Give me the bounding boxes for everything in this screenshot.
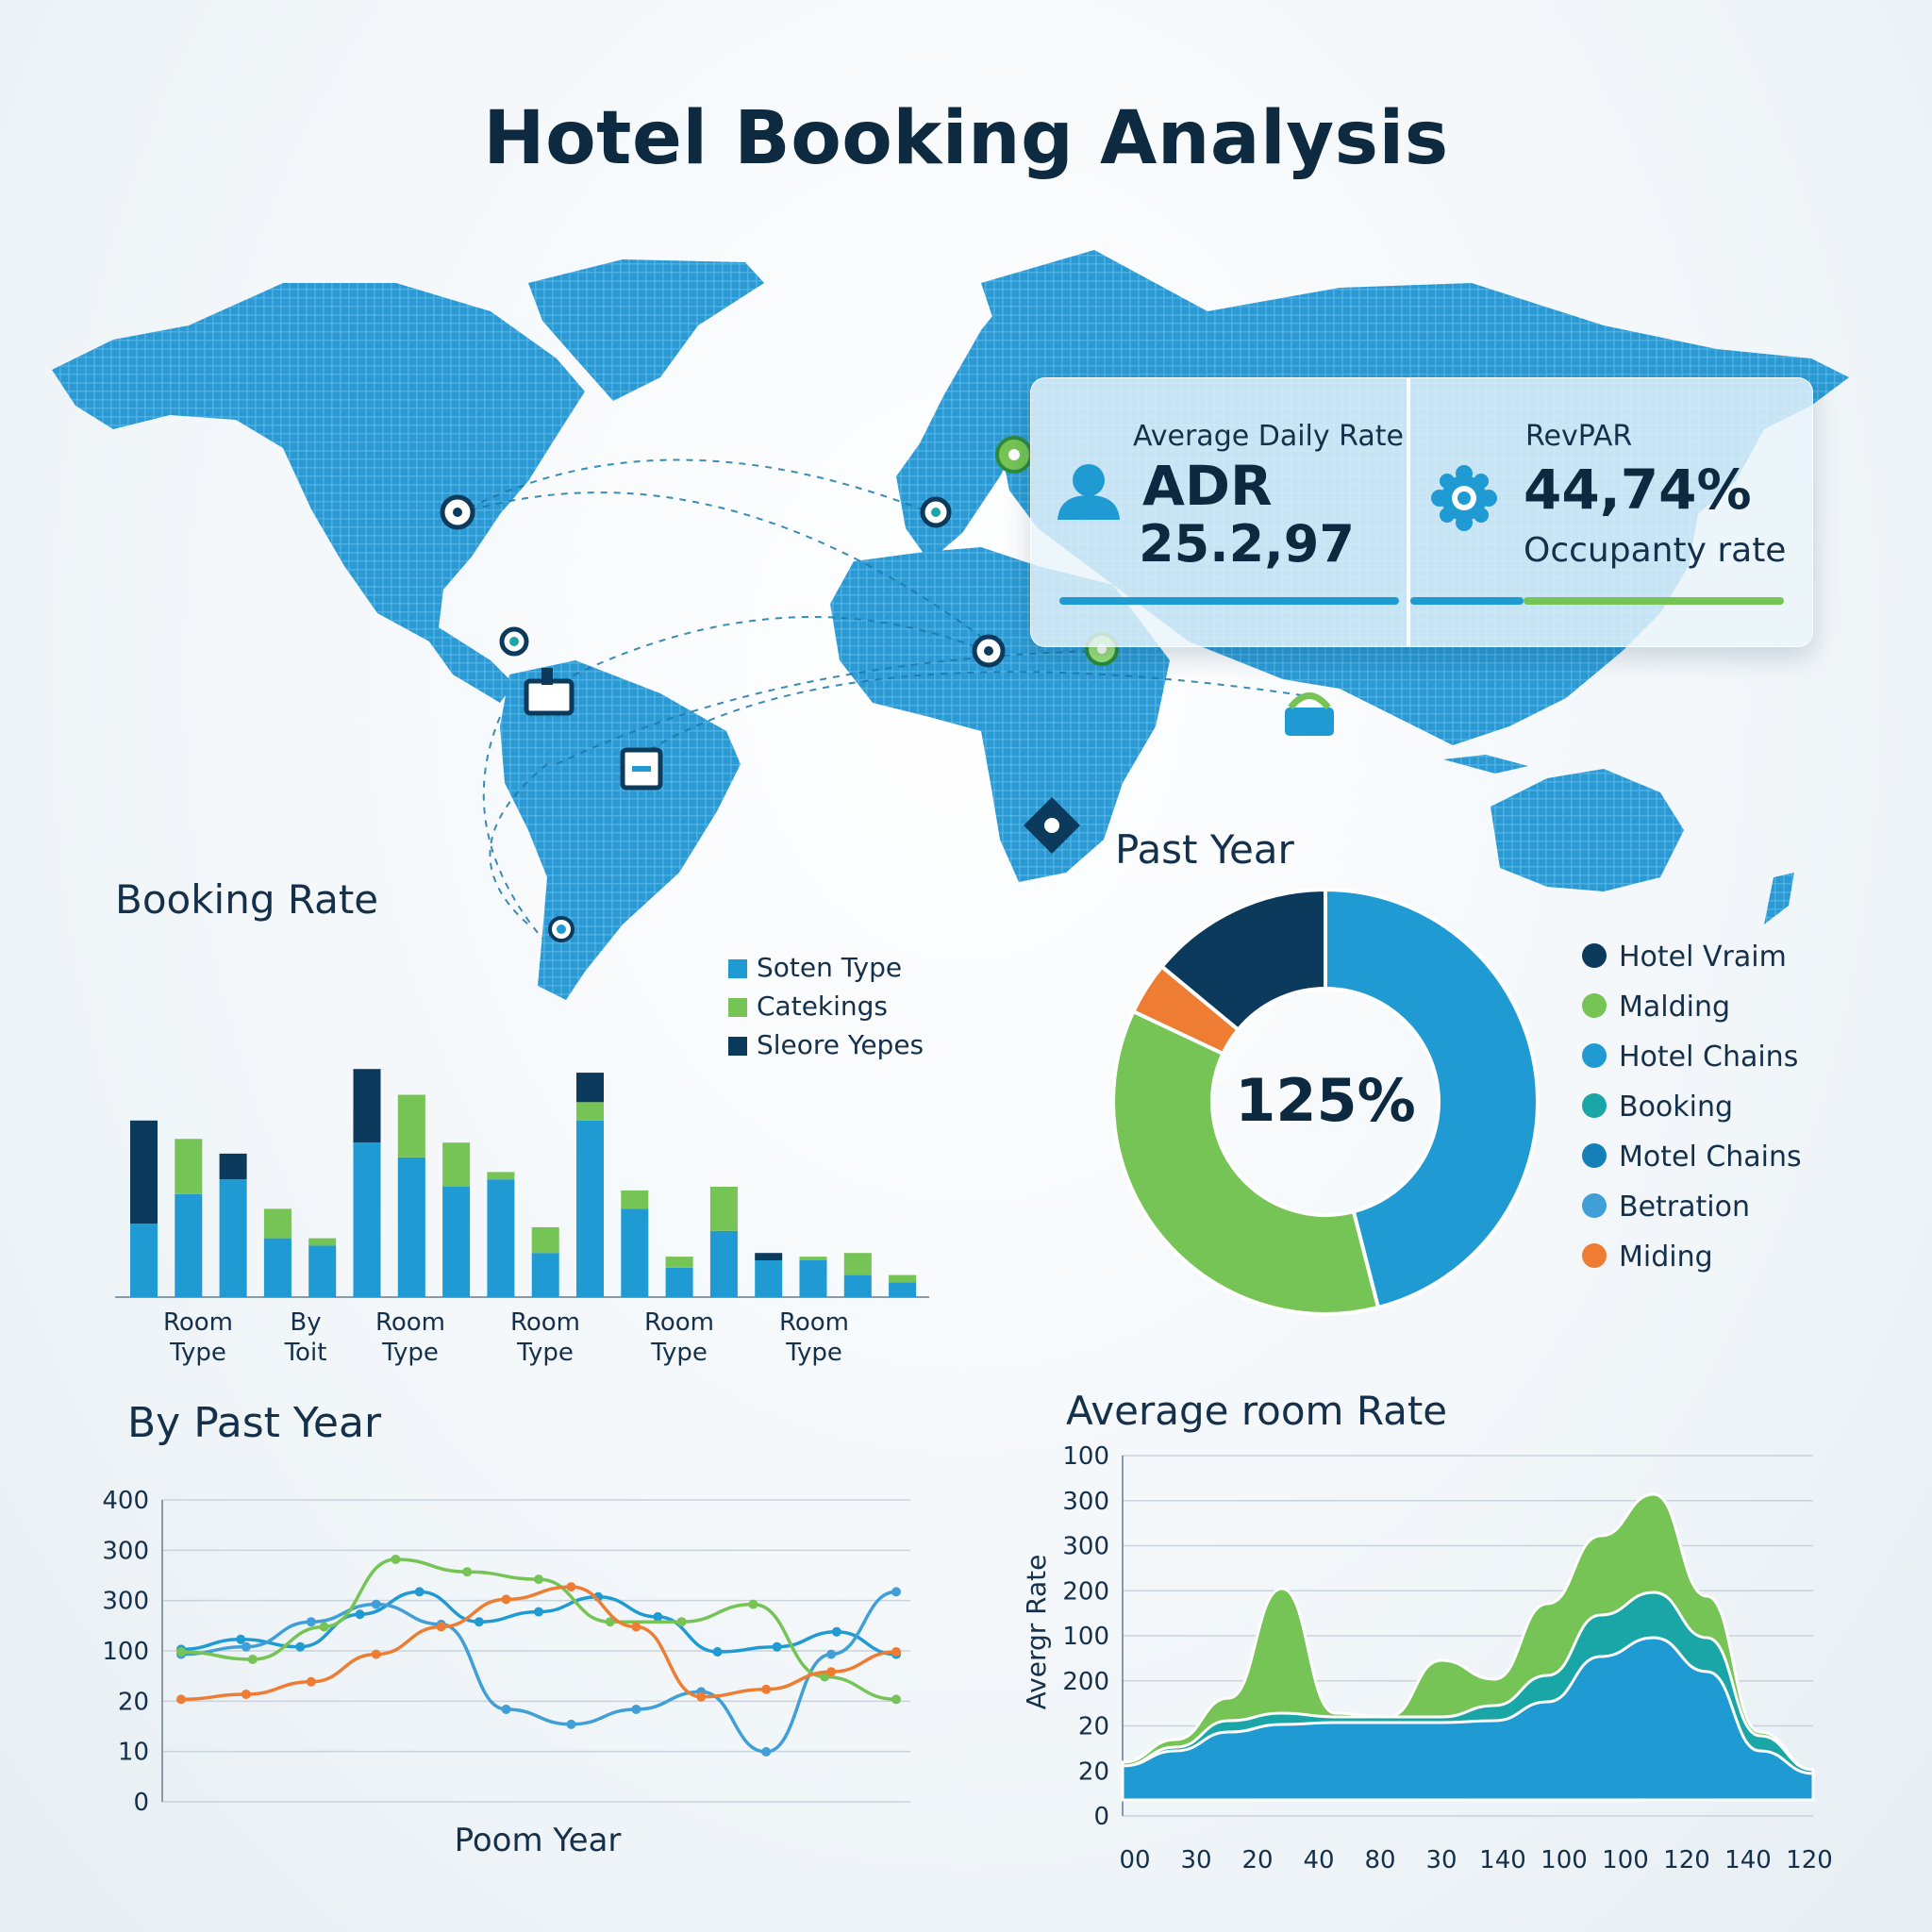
location-pin-icon <box>548 916 575 942</box>
location-pin-icon <box>499 626 529 657</box>
adr-value: 25.2,97 <box>1139 514 1355 574</box>
revpar-progress-bar-green <box>1524 597 1784 605</box>
kpi-panel: Average Daily Rate ADR 25.2,97 RevPAR 44… <box>1030 377 1813 647</box>
location-pin-icon <box>995 436 1033 474</box>
adr-label: Average Daily Rate <box>1133 420 1404 453</box>
revpar-progress-bar-blue <box>1410 597 1524 605</box>
australia <box>1491 769 1684 891</box>
revpar-subtitle: Occupanty rate <box>1524 531 1787 570</box>
adr-code: ADR <box>1142 454 1273 518</box>
bag-icon <box>1285 692 1334 736</box>
revpar-value: 44,74% <box>1524 458 1752 522</box>
user-icon <box>1058 464 1120 520</box>
world-map <box>52 250 1849 1000</box>
location-pin-icon <box>920 496 952 528</box>
adr-card: Average Daily Rate ADR 25.2,97 <box>1031 378 1407 646</box>
indonesia <box>1443 755 1528 774</box>
new-zealand <box>1764 873 1794 924</box>
luggage-icon <box>620 747 663 791</box>
revpar-label: RevPAR <box>1525 420 1633 453</box>
adr-progress-bar <box>1059 597 1399 605</box>
gear-icon <box>1431 465 1497 531</box>
location-pin-icon <box>440 494 475 530</box>
location-pin-icon <box>972 634 1006 668</box>
revpar-card: RevPAR 44,74% Occupanty rate <box>1410 378 1812 646</box>
